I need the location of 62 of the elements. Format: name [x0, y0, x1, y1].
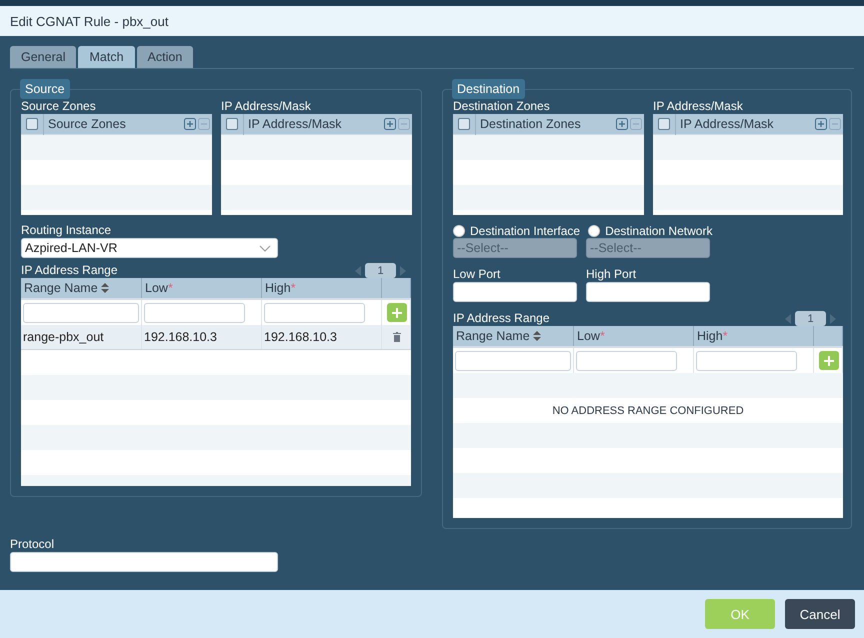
- tab[interactable]: Match: [78, 46, 135, 68]
- list-label: Destination Zones: [453, 99, 551, 114]
- list-label: IP Address/Mask: [653, 99, 744, 114]
- field-label: Routing Instance: [21, 223, 112, 238]
- column-header: Range Name: [456, 329, 530, 343]
- column-header: High*: [265, 281, 296, 295]
- section-legend: Destination: [452, 79, 525, 99]
- table-cell: 192.168.10.3: [142, 325, 262, 349]
- minus-icon[interactable]: [630, 118, 642, 130]
- plus-icon[interactable]: [384, 118, 396, 130]
- sort-icon[interactable]: [532, 331, 541, 341]
- next-page-icon[interactable]: [400, 266, 406, 276]
- minus-icon[interactable]: [198, 118, 210, 130]
- tab[interactable]: Action: [136, 46, 194, 68]
- next-page-icon[interactable]: [830, 314, 836, 324]
- radio-option[interactable]: Destination Interface: [453, 224, 580, 238]
- input-field[interactable]: [586, 282, 710, 302]
- input-field[interactable]: [264, 302, 365, 322]
- column-header: Low*: [577, 329, 605, 343]
- dropdown-chevron-icon[interactable]: [259, 244, 271, 252]
- section-label: IP Address Range: [21, 263, 118, 278]
- previous-page-icon[interactable]: [785, 314, 791, 324]
- list-label: Source Zones: [21, 99, 97, 114]
- protocol-input[interactable]: [10, 552, 278, 572]
- radio-option[interactable]: Destination Network: [588, 224, 712, 238]
- sort-icon[interactable]: [100, 283, 109, 293]
- section-label: IP Address Range: [453, 311, 550, 326]
- input-field[interactable]: [696, 350, 797, 370]
- column-header: High*: [697, 329, 728, 343]
- page-number: 1: [365, 263, 396, 278]
- field-label: Protocol: [10, 537, 56, 552]
- section-legend: Source: [20, 79, 70, 99]
- input-field[interactable]: [453, 282, 577, 302]
- list-label: IP Address/Mask: [221, 99, 312, 114]
- input-field[interactable]: [144, 302, 245, 322]
- table-cell: 192.168.10.3: [262, 325, 382, 349]
- dialog-button[interactable]: Cancel: [785, 599, 855, 629]
- minus-icon[interactable]: [829, 118, 841, 130]
- routing-instance-select[interactable]: Azpired-LAN-VR: [21, 238, 278, 258]
- select-all-checkbox[interactable]: [226, 118, 238, 130]
- add-button[interactable]: [387, 303, 407, 322]
- field-label: Low Port: [453, 267, 502, 282]
- tab[interactable]: General: [10, 46, 76, 68]
- table-cell: range-pbx_out: [21, 325, 142, 349]
- input-field[interactable]: [576, 350, 677, 370]
- input-field[interactable]: [455, 350, 571, 370]
- plus-icon[interactable]: [184, 118, 196, 130]
- plus-icon[interactable]: [616, 118, 628, 130]
- input-field[interactable]: [23, 302, 139, 322]
- add-button[interactable]: [819, 351, 839, 370]
- select-all-checkbox[interactable]: [658, 118, 670, 130]
- dialog-title: Edit CGNAT Rule - pbx_out: [0, 6, 864, 36]
- column-header: Low*: [145, 281, 173, 295]
- field-label: High Port: [586, 267, 638, 282]
- column-header: Range Name: [24, 281, 98, 295]
- previous-page-icon[interactable]: [355, 266, 361, 276]
- minus-icon[interactable]: [398, 118, 410, 130]
- plus-icon[interactable]: [815, 118, 827, 130]
- select-all-checkbox[interactable]: [458, 118, 470, 130]
- select-all-checkbox[interactable]: [26, 118, 38, 130]
- page-number: 1: [795, 311, 826, 326]
- delete-icon[interactable]: [393, 332, 401, 342]
